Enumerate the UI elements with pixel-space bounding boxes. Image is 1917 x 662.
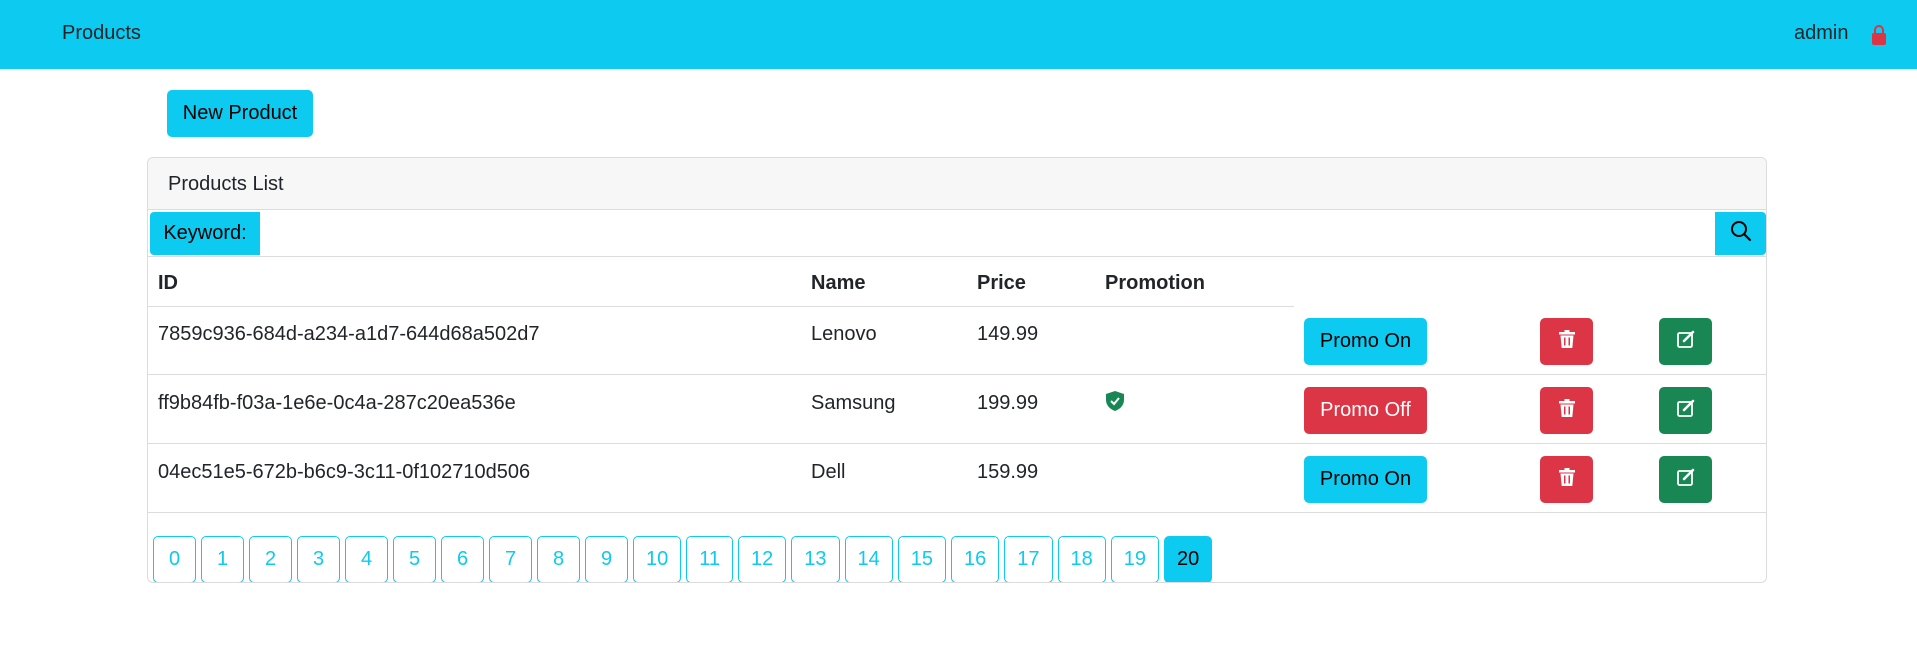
column-header-price: Price [977,272,1026,294]
page-button-12[interactable]: 12 [738,536,787,582]
page-button-8[interactable]: 8 [537,536,580,582]
page-button-17[interactable]: 17 [1004,536,1053,582]
delete-button[interactable] [1540,387,1593,434]
products-card: Products List Keyword: ID Name Price Pro… [147,157,1767,583]
page-button-20[interactable]: 20 [1164,536,1213,582]
keyword-input[interactable] [260,212,1715,255]
nav-user-name[interactable]: admin [1794,22,1848,45]
card-header: Products List [148,158,1766,210]
search-button[interactable] [1715,212,1766,255]
pagination: 0 1 2 3 4 5 6 7 8 9 10 11 12 13 14 15 16… [153,536,1213,582]
edit-icon [1676,468,1695,492]
product-price: 149.99 [977,323,1039,345]
edit-icon [1676,399,1695,423]
page-button-3[interactable]: 3 [297,536,340,582]
nav-products-link[interactable]: Products [62,22,141,45]
search-form: Keyword: [148,210,1766,257]
top-navbar: Products admin [0,0,1917,69]
column-header-promotion: Promotion [1105,272,1205,294]
card-title: Products List [168,173,284,195]
page-button-15[interactable]: 15 [897,536,947,582]
product-name: Lenovo [811,323,877,345]
table-row: ff9b84fb-f03a-1e6e-0c4a-287c20ea536e Sam… [148,376,1766,444]
page-button-13[interactable]: 13 [791,536,840,582]
page-button-19[interactable]: 19 [1110,536,1160,582]
page-button-1[interactable]: 1 [201,536,244,582]
page-button-2[interactable]: 2 [249,536,292,582]
page-button-10[interactable]: 10 [633,536,682,582]
new-product-button[interactable]: New Product [167,90,313,137]
edit-button[interactable] [1659,318,1712,365]
edit-button[interactable] [1659,456,1712,503]
page-button-18[interactable]: 18 [1057,536,1106,582]
page-button-7[interactable]: 7 [489,536,532,582]
page-button-16[interactable]: 16 [951,536,1000,582]
product-price: 199.99 [977,392,1039,414]
trash-icon [1558,467,1575,492]
page-button-5[interactable]: 5 [393,536,436,582]
table-row: 04ec51e5-672b-b6c9-3c11-0f102710d506 Del… [148,445,1766,513]
trash-icon [1558,398,1575,423]
promo-off-button[interactable]: Promo Off [1304,387,1427,434]
page-button-9[interactable]: 9 [585,536,628,582]
product-id: 04ec51e5-672b-b6c9-3c11-0f102710d506 [158,461,531,483]
delete-button[interactable] [1540,456,1593,503]
product-price: 159.99 [977,461,1039,483]
lock-icon[interactable] [1872,24,1886,46]
page-button-6[interactable]: 6 [441,536,484,582]
trash-icon [1558,329,1575,354]
column-header-id: ID [158,272,178,294]
delete-button[interactable] [1540,318,1593,365]
product-id: 7859c936-684d-a234-a1d7-644d68a502d7 [158,323,540,345]
shield-check-icon [1106,391,1124,411]
search-icon [1730,220,1752,247]
page-button-0[interactable]: 0 [153,536,196,582]
page-button-11[interactable]: 11 [686,536,734,582]
edit-icon [1676,330,1695,354]
edit-button[interactable] [1659,387,1712,434]
column-header-name: Name [811,272,866,294]
keyword-label: Keyword: [150,212,260,255]
product-id: ff9b84fb-f03a-1e6e-0c4a-287c20ea536e [158,392,516,414]
page-button-14[interactable]: 14 [844,536,893,582]
product-name: Samsung [811,392,896,414]
page-button-4[interactable]: 4 [345,536,388,582]
promo-on-button[interactable]: Promo On [1304,318,1427,365]
promo-on-button[interactable]: Promo On [1304,456,1427,503]
table-row: 7859c936-684d-a234-a1d7-644d68a502d7 Len… [148,307,1766,375]
product-name: Dell [811,461,846,483]
